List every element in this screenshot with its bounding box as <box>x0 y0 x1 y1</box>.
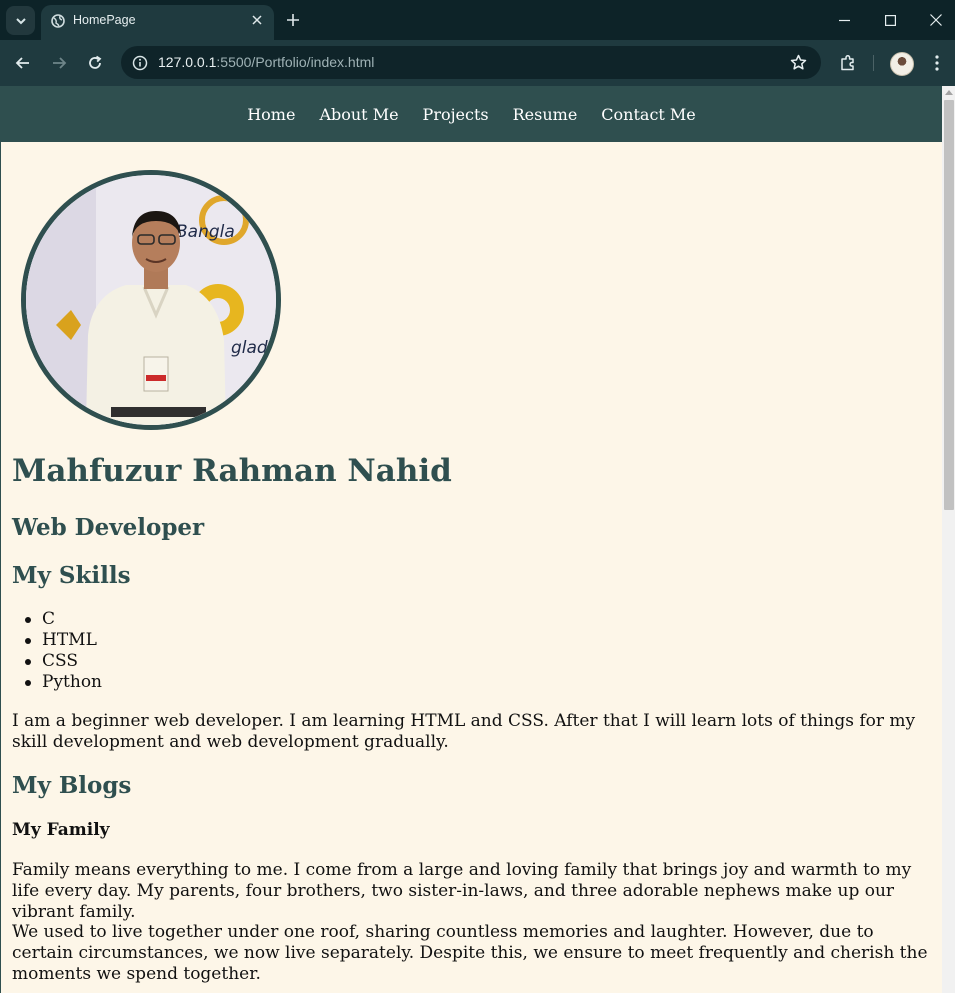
url-text: 127.0.0.1:5500/Portfolio/index.html <box>158 54 375 70</box>
arrow-right-icon <box>53 57 67 69</box>
extensions-button[interactable] <box>835 50 861 76</box>
scroll-up-arrow-icon[interactable] <box>945 90 953 95</box>
list-item: HTML <box>24 630 102 651</box>
close-icon <box>930 14 942 26</box>
site-info-icon[interactable] <box>130 53 150 73</box>
blog-paragraph: Family means everything to me. I come fr… <box>12 860 912 922</box>
reload-icon <box>89 55 102 69</box>
list-item: C <box>24 609 102 630</box>
arrow-left-icon <box>15 57 29 69</box>
backdrop-text: Bangla <box>176 222 235 242</box>
reload-button[interactable] <box>82 50 108 76</box>
skills-heading: My Skills <box>12 562 131 589</box>
skills-list: C HTML CSS Python <box>24 609 103 693</box>
profile-avatar[interactable] <box>890 52 914 76</box>
intro-paragraph: I am a beginner web developer. I am lear… <box>12 711 916 752</box>
profile-photo: JnU Bangla glad <box>21 170 281 430</box>
list-item: CSS <box>24 651 102 672</box>
page-viewport: Home About Me Projects Resume Contact Me… <box>0 86 955 993</box>
close-window-button[interactable] <box>921 6 951 34</box>
more-vertical-icon <box>935 55 939 71</box>
backdrop-text: glad <box>231 338 268 358</box>
tab-close-button[interactable] <box>249 12 265 28</box>
chevron-down-icon <box>15 17 26 24</box>
minimize-button[interactable] <box>829 6 859 34</box>
profile-role: Web Developer <box>12 514 205 541</box>
toolbar-divider <box>873 55 874 71</box>
page-scrollbar[interactable] <box>942 86 955 993</box>
bookmark-star-icon[interactable] <box>788 52 808 72</box>
close-icon <box>252 15 262 25</box>
puzzle-icon <box>841 54 854 71</box>
list-item: Python <box>24 672 103 692</box>
back-button[interactable] <box>10 50 36 76</box>
minimize-icon <box>838 19 850 21</box>
profile-photo-illustration: JnU Bangla glad <box>26 175 276 425</box>
menu-button[interactable] <box>924 50 950 76</box>
tab-title: HomePage <box>73 13 136 27</box>
portfolio-page: Home About Me Projects Resume Contact Me… <box>0 86 942 993</box>
browser-tab[interactable]: HomePage <box>41 5 274 40</box>
nav-resume[interactable]: Resume <box>513 105 578 124</box>
maximize-button[interactable] <box>875 6 905 34</box>
blog-post-title: My Family <box>12 820 110 840</box>
blog-paragraph: We used to live together under one roof,… <box>12 922 928 984</box>
tab-strip: HomePage <box>0 0 955 40</box>
nav-contact-me[interactable]: Contact Me <box>601 105 695 124</box>
plus-icon <box>287 14 299 26</box>
profile-name: Mahfuzur Rahman Nahid <box>12 453 452 489</box>
backdrop-text: JnU <box>26 194 52 215</box>
new-tab-button[interactable] <box>282 9 304 31</box>
blogs-heading: My Blogs <box>12 772 132 799</box>
maximize-icon <box>884 14 896 26</box>
tab-search-button[interactable] <box>6 6 35 35</box>
scroll-thumb[interactable] <box>944 100 954 510</box>
address-bar[interactable]: 127.0.0.1:5500/Portfolio/index.html <box>121 46 821 79</box>
nav-home[interactable]: Home <box>247 105 295 124</box>
nav-about-me[interactable]: About Me <box>319 105 398 124</box>
globe-icon <box>51 14 65 28</box>
nav-projects[interactable]: Projects <box>423 105 489 124</box>
site-nav: Home About Me Projects Resume Contact Me <box>1 86 942 142</box>
browser-toolbar: 127.0.0.1:5500/Portfolio/index.html <box>0 40 955 86</box>
forward-button[interactable] <box>46 50 72 76</box>
